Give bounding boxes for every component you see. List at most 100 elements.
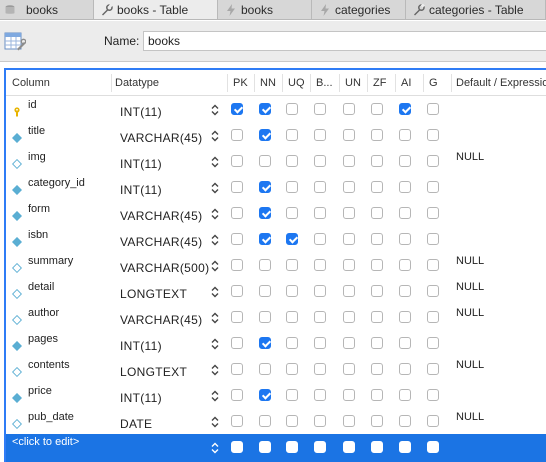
flag-checkbox-uq[interactable]: [286, 155, 298, 167]
column-default[interactable]: NULL: [456, 411, 484, 423]
flag-checkbox-un[interactable]: [343, 155, 355, 167]
column-name[interactable]: id: [28, 99, 37, 111]
tab-2[interactable]: books: [218, 0, 312, 19]
flag-checkbox-uq[interactable]: [286, 285, 298, 297]
column-datatype[interactable]: INT(11): [120, 183, 210, 197]
flag-checkbox-uq[interactable]: [286, 337, 298, 349]
table-row[interactable]: img INT(11) NULL: [6, 148, 546, 174]
datatype-stepper-icon[interactable]: [210, 129, 220, 143]
flag-checkbox-nn[interactable]: [259, 155, 271, 167]
datatype-stepper-icon[interactable]: [210, 259, 220, 273]
table-row[interactable]: author VARCHAR(45) NULL: [6, 304, 546, 330]
flag-checkbox-b[interactable]: [314, 181, 326, 193]
column-name[interactable]: form: [28, 203, 50, 215]
column-name[interactable]: title: [28, 125, 45, 137]
flag-checkbox-g[interactable]: [427, 363, 439, 375]
flag-checkbox-nn[interactable]: [259, 311, 271, 323]
flag-checkbox-uq[interactable]: [286, 259, 298, 271]
new-column-row[interactable]: <click to edit>: [6, 434, 546, 462]
flag-checkbox-b[interactable]: [314, 363, 326, 375]
column-divider[interactable]: [395, 74, 396, 92]
column-default[interactable]: NULL: [456, 281, 484, 293]
flag-checkbox-zf[interactable]: [371, 233, 383, 245]
flag-checkbox-ai[interactable]: [399, 337, 411, 349]
column-header[interactable]: UN: [345, 77, 361, 89]
flag-checkbox-nn[interactable]: [259, 389, 271, 401]
flag-checkbox-zf[interactable]: [371, 415, 383, 427]
flag-checkbox-new[interactable]: [231, 441, 243, 453]
column-datatype[interactable]: DATE: [120, 417, 210, 431]
column-name[interactable]: isbn: [28, 229, 48, 241]
flag-checkbox-g[interactable]: [427, 259, 439, 271]
column-name[interactable]: author: [28, 307, 59, 319]
table-row[interactable]: id INT(11): [6, 96, 546, 122]
flag-checkbox-g[interactable]: [427, 415, 439, 427]
datatype-stepper-icon[interactable]: [210, 155, 220, 169]
flag-checkbox-b[interactable]: [314, 155, 326, 167]
flag-checkbox-b[interactable]: [314, 103, 326, 115]
tab-1[interactable]: books - Table: [94, 0, 218, 19]
column-header[interactable]: Column: [12, 77, 50, 89]
flag-checkbox-zf[interactable]: [371, 285, 383, 297]
flag-checkbox-nn[interactable]: [259, 337, 271, 349]
flag-checkbox-uq[interactable]: [286, 129, 298, 141]
flag-checkbox-pk[interactable]: [231, 103, 243, 115]
flag-checkbox-b[interactable]: [314, 233, 326, 245]
flag-checkbox-g[interactable]: [427, 311, 439, 323]
column-header[interactable]: NN: [260, 77, 276, 89]
table-row[interactable]: isbn VARCHAR(45): [6, 226, 546, 252]
table-row[interactable]: pages INT(11): [6, 330, 546, 356]
column-header[interactable]: B...: [316, 77, 333, 89]
column-header[interactable]: Datatype: [115, 77, 159, 89]
flag-checkbox-ai[interactable]: [399, 129, 411, 141]
flag-checkbox-pk[interactable]: [231, 389, 243, 401]
column-datatype[interactable]: VARCHAR(45): [120, 235, 210, 249]
flag-checkbox-un[interactable]: [343, 285, 355, 297]
flag-checkbox-b[interactable]: [314, 129, 326, 141]
datatype-stepper-icon[interactable]: [210, 389, 220, 403]
table-row[interactable]: title VARCHAR(45): [6, 122, 546, 148]
datatype-stepper-icon[interactable]: [210, 103, 220, 117]
flag-checkbox-un[interactable]: [343, 207, 355, 219]
column-name[interactable]: pub_date: [28, 411, 74, 423]
tab-4[interactable]: categories - Table: [406, 0, 546, 19]
flag-checkbox-pk[interactable]: [231, 259, 243, 271]
flag-checkbox-pk[interactable]: [231, 155, 243, 167]
flag-checkbox-uq[interactable]: [286, 389, 298, 401]
column-datatype[interactable]: INT(11): [120, 105, 210, 119]
table-row[interactable]: summary VARCHAR(500) NULL: [6, 252, 546, 278]
new-row-placeholder[interactable]: <click to edit>: [12, 436, 79, 448]
column-datatype[interactable]: VARCHAR(45): [120, 313, 210, 327]
flag-checkbox-uq[interactable]: [286, 415, 298, 427]
column-datatype[interactable]: VARCHAR(45): [120, 209, 210, 223]
tab-3[interactable]: categories: [312, 0, 406, 19]
flag-checkbox-zf[interactable]: [371, 363, 383, 375]
datatype-stepper-icon[interactable]: [210, 363, 220, 377]
flag-checkbox-un[interactable]: [343, 389, 355, 401]
column-divider[interactable]: [254, 74, 255, 92]
flag-checkbox-zf[interactable]: [371, 389, 383, 401]
column-divider[interactable]: [111, 74, 112, 92]
column-datatype[interactable]: LONGTEXT: [120, 287, 210, 301]
column-name[interactable]: img: [28, 151, 46, 163]
flag-checkbox-ai[interactable]: [399, 233, 411, 245]
column-name[interactable]: price: [28, 385, 52, 397]
flag-checkbox-new[interactable]: [286, 441, 298, 453]
flag-checkbox-g[interactable]: [427, 337, 439, 349]
column-name[interactable]: category_id: [28, 177, 85, 189]
flag-checkbox-ai[interactable]: [399, 181, 411, 193]
datatype-stepper-icon[interactable]: [210, 415, 220, 429]
flag-checkbox-pk[interactable]: [231, 129, 243, 141]
datatype-stepper-icon[interactable]: [210, 207, 220, 221]
datatype-stepper-icon[interactable]: [210, 441, 220, 455]
flag-checkbox-ai[interactable]: [399, 389, 411, 401]
flag-checkbox-zf[interactable]: [371, 181, 383, 193]
flag-checkbox-nn[interactable]: [259, 129, 271, 141]
flag-checkbox-nn[interactable]: [259, 233, 271, 245]
flag-checkbox-new[interactable]: [399, 441, 411, 453]
flag-checkbox-b[interactable]: [314, 285, 326, 297]
column-datatype[interactable]: VARCHAR(45): [120, 131, 210, 145]
flag-checkbox-ai[interactable]: [399, 285, 411, 297]
flag-checkbox-uq[interactable]: [286, 103, 298, 115]
flag-checkbox-g[interactable]: [427, 155, 439, 167]
